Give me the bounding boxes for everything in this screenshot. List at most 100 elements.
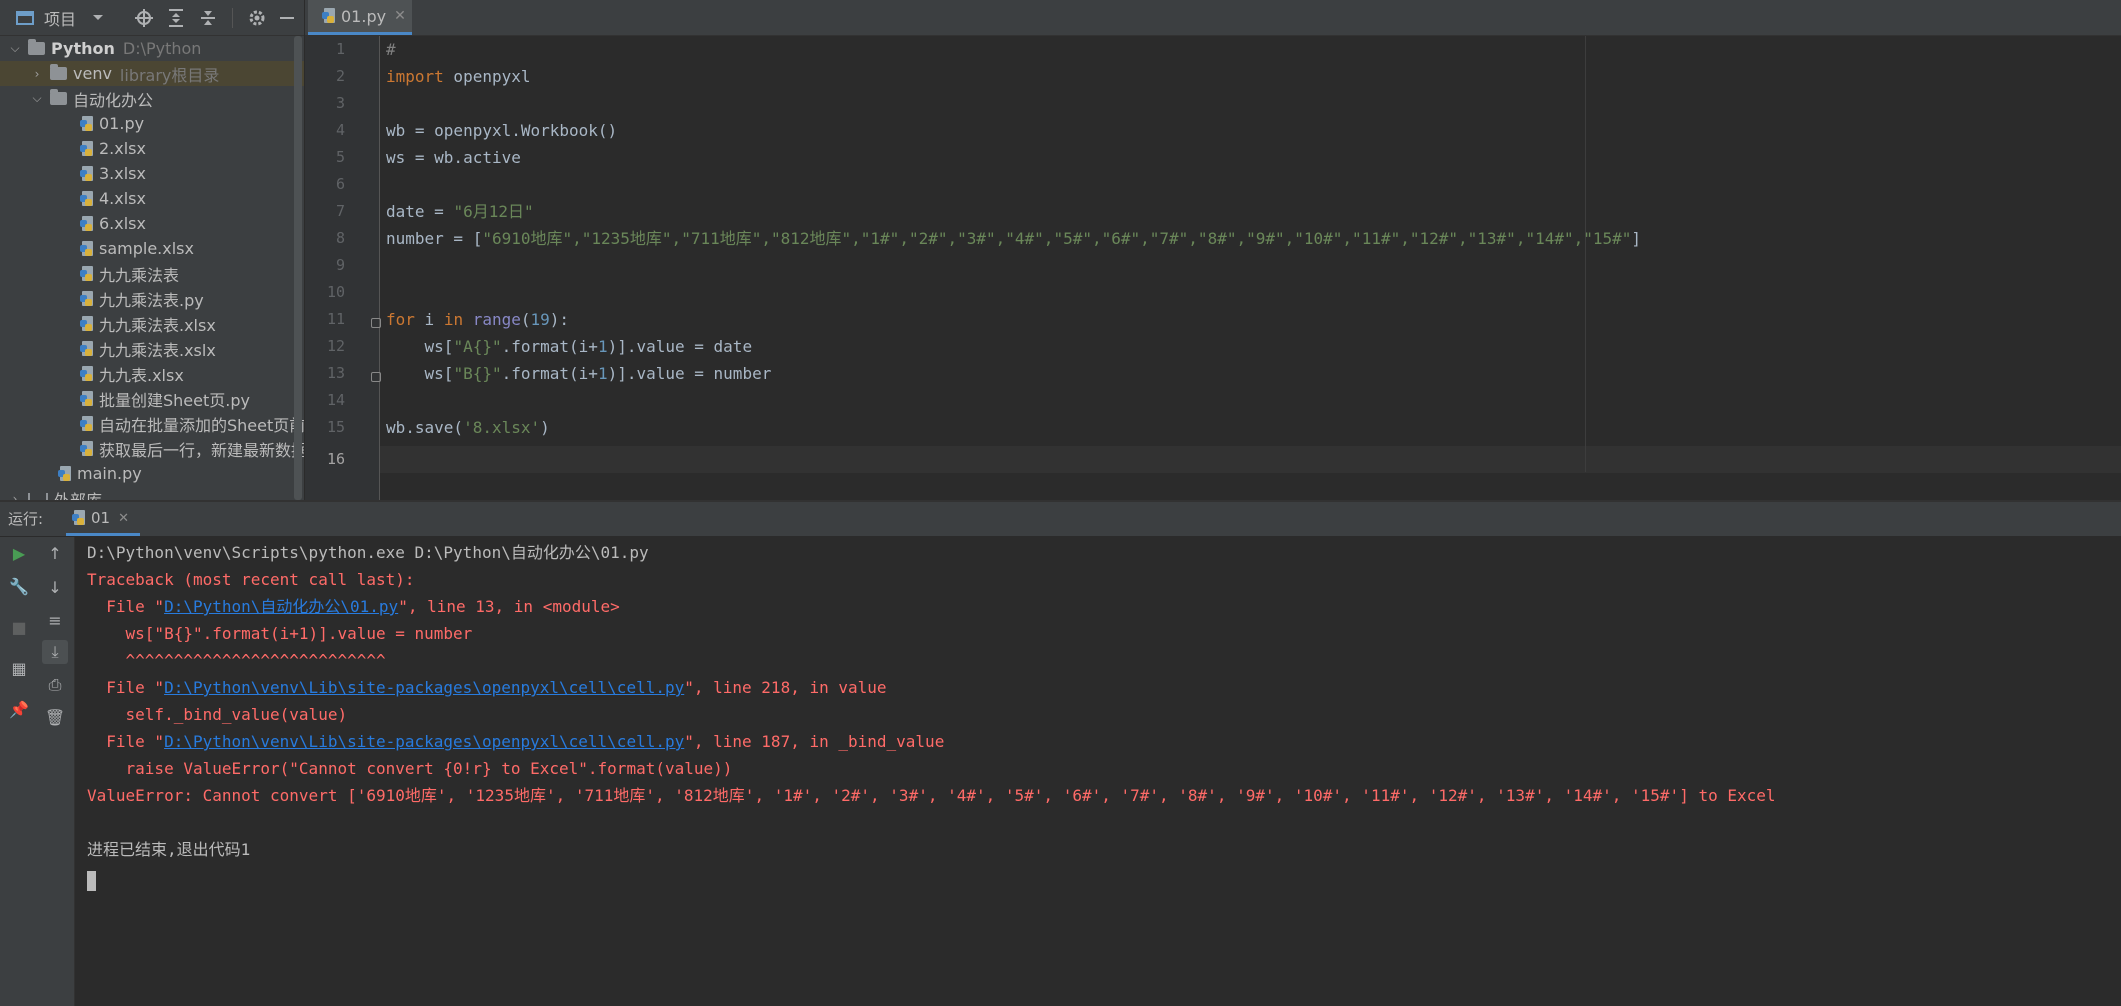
- project-scrollbar[interactable]: [294, 36, 302, 500]
- python-file-icon: [80, 440, 94, 457]
- console-frame-code: raise ValueError("Cannot convert {0!r} t…: [87, 759, 733, 778]
- code-editor[interactable]: [380, 36, 2121, 500]
- expand-all-icon[interactable]: [164, 0, 188, 35]
- chevron-right-icon[interactable]: ›: [8, 492, 22, 501]
- editor-tab-bar: [305, 0, 2121, 36]
- minimize-icon[interactable]: [275, 0, 299, 35]
- tree-item-label: 批量创建Sheet页.py: [99, 390, 250, 410]
- tree-item-python[interactable]: ⌵ Python D:\Python: [0, 36, 304, 61]
- fold-marker-icon[interactable]: [371, 318, 381, 328]
- fold-marker-icon[interactable]: [371, 372, 381, 382]
- code-line: number = ["6910地库","1235地库","711地库","812…: [386, 229, 1642, 248]
- arrow-down-icon[interactable]: ↓: [42, 575, 68, 599]
- python-file-icon: [80, 365, 94, 382]
- chevron-right-icon[interactable]: ›: [30, 67, 44, 81]
- pin-icon[interactable]: 📌: [6, 697, 32, 721]
- tree-item-label: 外部库: [54, 490, 103, 501]
- python-file-icon: [80, 415, 94, 432]
- tree-item-file[interactable]: sample.xlsx: [0, 236, 304, 261]
- library-icon: [28, 492, 48, 500]
- tree-item-file[interactable]: 九九乘法表.py: [0, 286, 304, 311]
- code-line: import openpyxl: [386, 67, 531, 86]
- code-line: wb = openpyxl.Workbook(): [386, 121, 618, 140]
- line-number: 8: [335, 229, 345, 247]
- code-line: wb.save('8.xlsx'): [386, 418, 550, 437]
- chevron-down-icon[interactable]: ⌵: [30, 91, 44, 106]
- line-number: 7: [335, 202, 345, 220]
- tree-item-hint: library根目录: [119, 65, 220, 85]
- run-toolbar-primary: [0, 537, 34, 1006]
- stop-icon[interactable]: ■: [6, 615, 32, 639]
- tree-item-file[interactable]: 4.xlsx: [0, 186, 304, 211]
- line-number: 2: [335, 67, 345, 85]
- editor-tab[interactable]: 01.py ✕: [308, 0, 412, 35]
- file-link[interactable]: D:\Python\自动化办公\01.py: [164, 597, 398, 616]
- tree-item-label: venv: [73, 64, 112, 83]
- tree-item-label: Python: [51, 39, 115, 58]
- python-file-icon: [80, 215, 94, 232]
- chevron-down-icon[interactable]: ⌵: [8, 41, 22, 56]
- python-file-icon: [80, 140, 94, 157]
- tree-item-label: main.py: [77, 464, 142, 483]
- right-margin-guide: [1585, 36, 1586, 472]
- tree-item-label: 6.xlsx: [99, 214, 146, 233]
- tree-item-label: 01.py: [99, 114, 145, 133]
- file-link[interactable]: D:\Python\venv\Lib\site-packages\openpyx…: [164, 678, 684, 697]
- tree-item-main[interactable]: main.py: [0, 461, 304, 486]
- tree-item-label: 九九表.xlsx: [99, 365, 184, 385]
- code-line: date = "6月12日": [386, 202, 534, 221]
- run-tab[interactable]: 01 ✕: [66, 503, 140, 536]
- gear-icon[interactable]: [245, 0, 269, 35]
- current-line-highlight: [380, 446, 2121, 473]
- tree-item-file[interactable]: 九九表.xlsx: [0, 361, 304, 386]
- collapse-all-icon[interactable]: [196, 0, 220, 35]
- tree-item-external-libs[interactable]: › 外部库: [0, 486, 304, 500]
- tree-item-file[interactable]: 九九乘法表.xlsx: [0, 311, 304, 336]
- console-frame: File "D:\Python\自动化办公\01.py", line 13, i…: [87, 597, 620, 616]
- file-link[interactable]: D:\Python\venv\Lib\site-packages\openpyx…: [164, 732, 684, 751]
- print-icon[interactable]: ⎙: [42, 673, 68, 697]
- tree-item-venv[interactable]: › venv library根目录: [0, 61, 304, 86]
- tree-item-file[interactable]: 获取最后一行，新建最新数据.p: [0, 436, 304, 461]
- trash-icon[interactable]: 🗑: [42, 705, 68, 729]
- console-frame-code: ws["B{}".format(i+1)].value = number: [87, 624, 473, 643]
- soft-wrap-icon[interactable]: ≡: [42, 608, 68, 632]
- chevron-down-icon[interactable]: [88, 0, 108, 35]
- tree-item-label: 自动化办公: [73, 90, 154, 110]
- tree-item-file[interactable]: 2.xlsx: [0, 136, 304, 161]
- line-number: 3: [335, 94, 345, 112]
- scroll-to-end-icon[interactable]: ⤓: [42, 640, 68, 664]
- line-number: 14: [326, 391, 345, 409]
- close-icon[interactable]: ✕: [118, 511, 129, 526]
- project-view-title[interactable]: 项目: [44, 6, 76, 30]
- python-file-icon: [80, 115, 94, 132]
- tree-item-file[interactable]: 九九乘法表: [0, 261, 304, 286]
- code-line: ws = wb.active: [386, 148, 521, 167]
- python-file-icon: [80, 265, 94, 282]
- tree-item-automation[interactable]: ⌵ 自动化办公: [0, 86, 304, 111]
- tree-item-label: 2.xlsx: [99, 139, 146, 158]
- line-number: 11: [326, 310, 345, 328]
- run-panel-label: 运行:: [8, 510, 44, 528]
- tree-item-file[interactable]: 九九乘法表.xslx: [0, 336, 304, 361]
- tree-item-file[interactable]: 自动在批量添加的Sheet页前加: [0, 411, 304, 436]
- tree-item-file[interactable]: 批量创建Sheet页.py: [0, 386, 304, 411]
- project-view-icon: [14, 0, 36, 35]
- wrench-icon[interactable]: 🔧: [6, 574, 32, 598]
- python-file-icon: [58, 465, 72, 482]
- rerun-icon[interactable]: ▶: [6, 541, 32, 565]
- console-traceback-header: Traceback (most recent call last):: [87, 570, 415, 589]
- console-command: D:\Python\venv\Scripts\python.exe D:\Pyt…: [87, 543, 649, 562]
- tree-item-file[interactable]: 6.xlsx: [0, 211, 304, 236]
- tree-item-label: 九九乘法表: [99, 265, 180, 285]
- layout-icon[interactable]: ▦: [6, 656, 32, 680]
- tree-item-file[interactable]: 01.py: [0, 111, 304, 136]
- python-file-icon: [80, 390, 94, 407]
- close-icon[interactable]: ✕: [394, 8, 406, 24]
- arrow-up-icon[interactable]: ↑: [42, 541, 68, 565]
- run-tab-label: 01: [91, 509, 111, 527]
- line-number: 4: [335, 121, 345, 139]
- tree-item-file[interactable]: 3.xlsx: [0, 161, 304, 186]
- locate-icon[interactable]: [132, 0, 156, 35]
- code-line: ws["B{}".format(i+1)].value = number: [386, 364, 772, 383]
